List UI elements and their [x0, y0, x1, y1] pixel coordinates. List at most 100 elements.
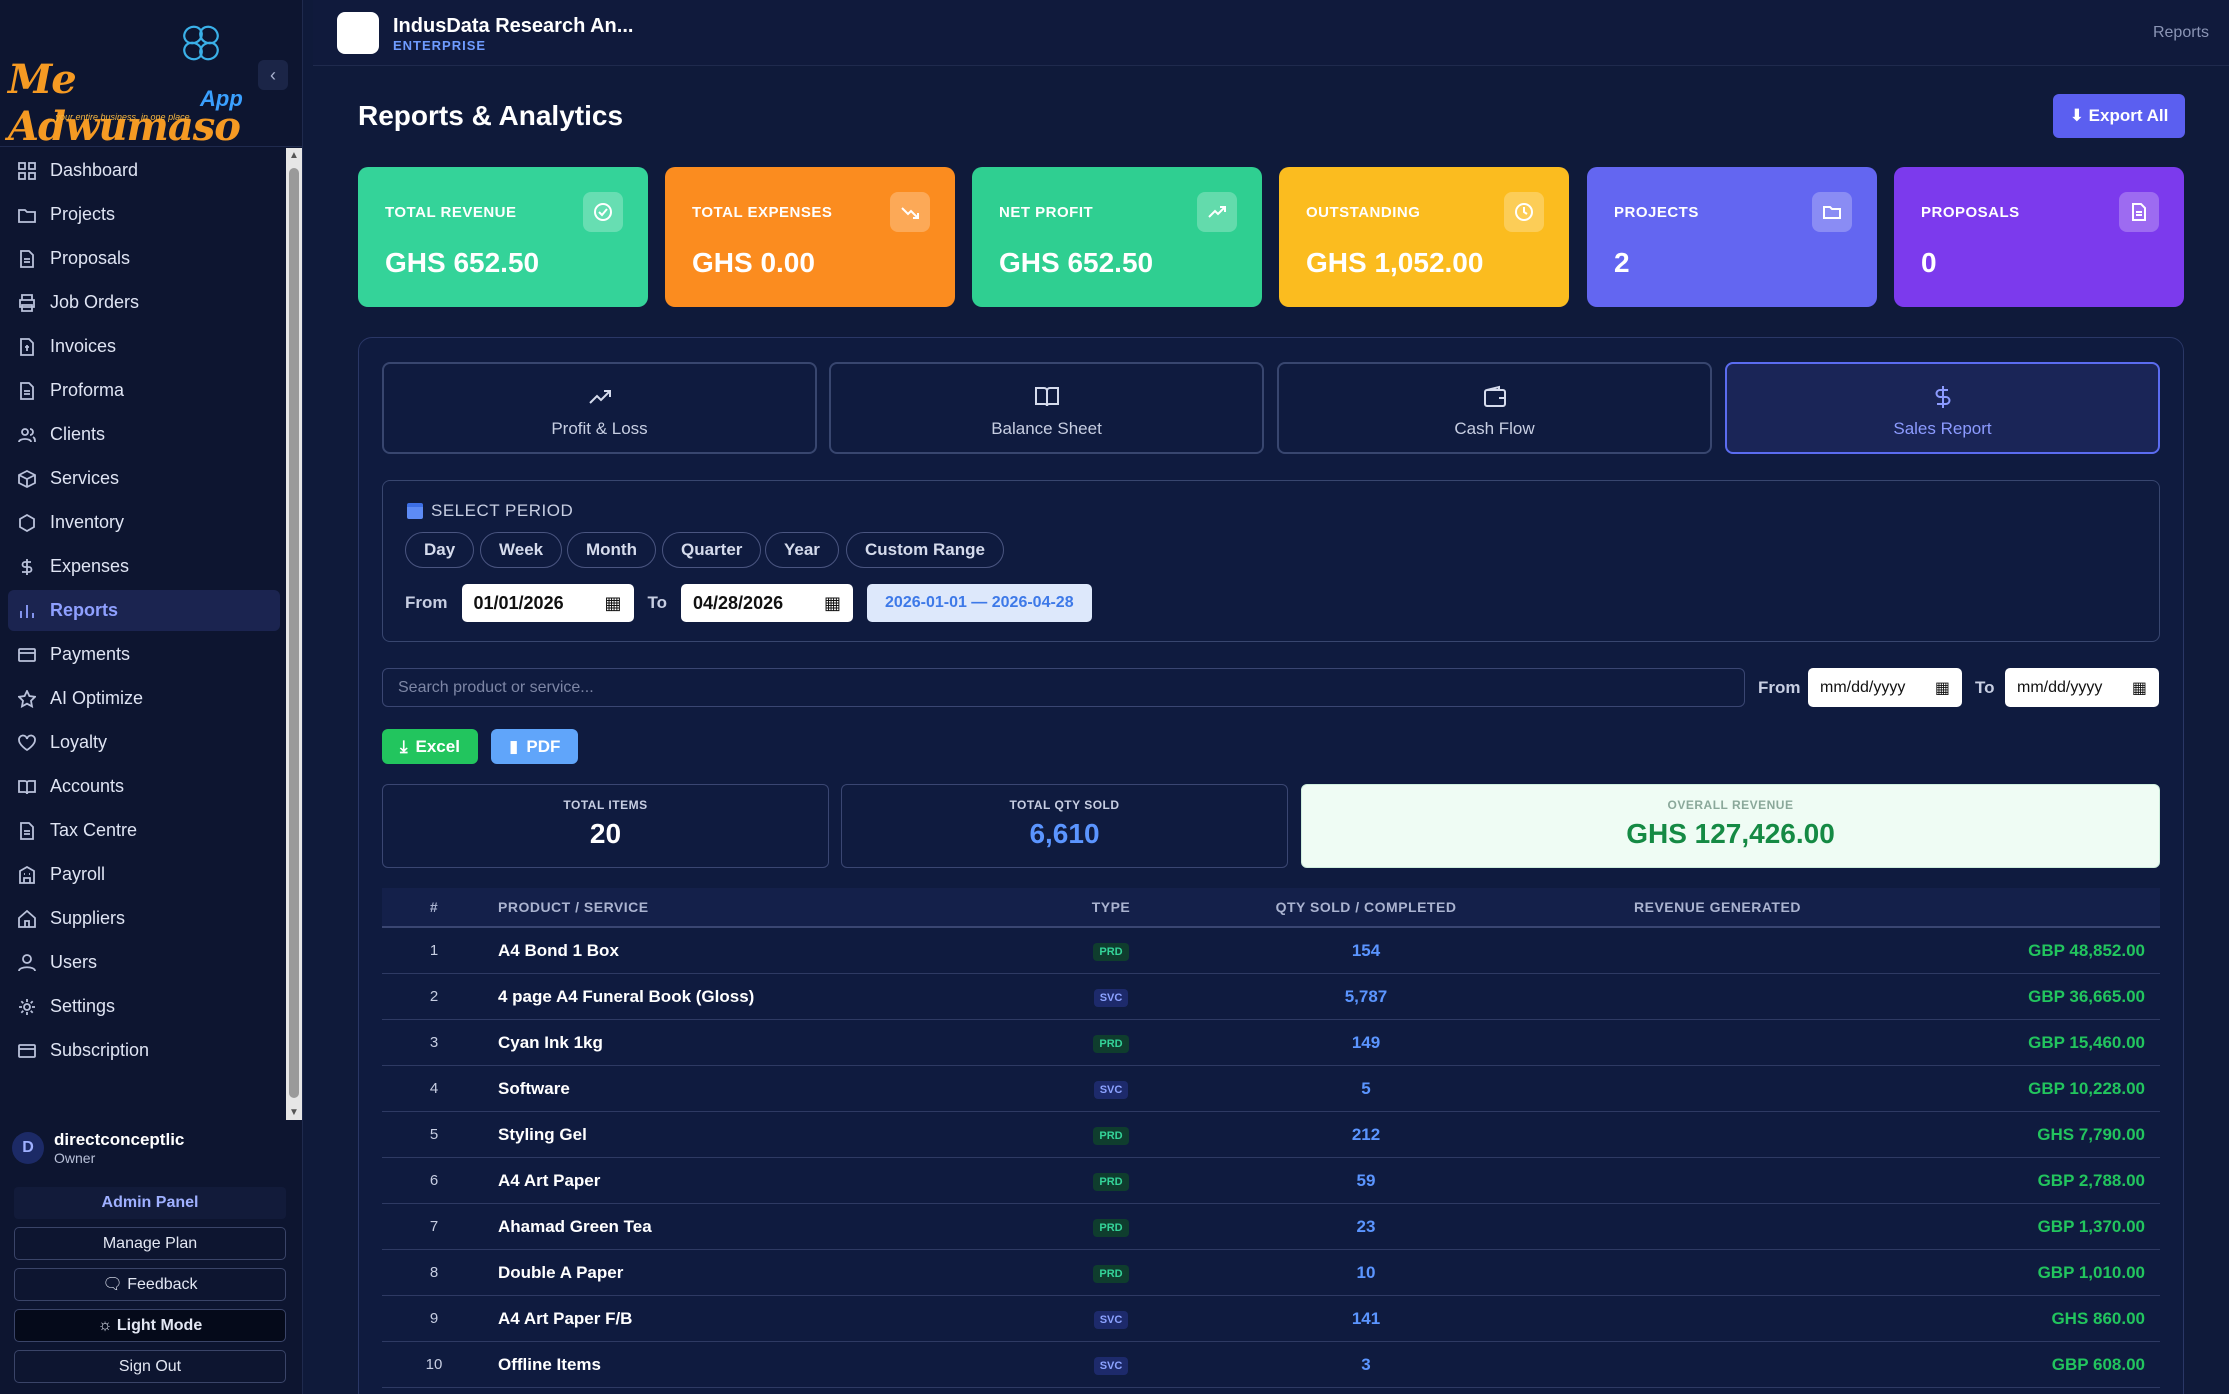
- table-row[interactable]: 4 Software SVC 5 GBP 10,228.00: [382, 1066, 2160, 1112]
- table-row[interactable]: 9 A4 Art Paper F/B SVC 141 GHS 860.00: [382, 1296, 2160, 1342]
- org-name[interactable]: IndusData Research An...: [393, 15, 633, 38]
- row-type: PRD: [1056, 940, 1166, 961]
- scrollbar-thumb[interactable]: [289, 168, 299, 1098]
- sidebar-scrollbar[interactable]: ▲ ▼: [286, 148, 302, 1120]
- date-placeholder: mm/dd/yyyy: [2017, 678, 2103, 696]
- calendar-icon[interactable]: ▦: [1935, 678, 1950, 698]
- filter-from-label: From: [1758, 678, 1801, 697]
- row-revenue: GBP 48,852.00: [2028, 940, 2145, 960]
- light-mode-toggle[interactable]: ☼ Light Mode: [14, 1309, 286, 1342]
- calendar-icon[interactable]: ▦: [604, 593, 621, 614]
- stat-card-total-expenses: TOTAL EXPENSES GHS 0.00: [665, 167, 955, 307]
- period-to-date[interactable]: 04/28/2026 ▦: [681, 584, 854, 622]
- sidebar-item-proposals[interactable]: Proposals: [8, 238, 280, 279]
- sidebar-item-invoices[interactable]: Invoices: [8, 326, 280, 367]
- sidebar-item-clients[interactable]: Clients: [8, 414, 280, 455]
- summary-label: TOTAL QTY SOLD: [1009, 798, 1120, 812]
- table-row[interactable]: 8 Double A Paper PRD 10 GBP 1,010.00: [382, 1250, 2160, 1296]
- feedback-button[interactable]: 🗨 Feedback: [14, 1268, 286, 1301]
- sidebar-item-inventory[interactable]: Inventory: [8, 502, 280, 543]
- scroll-down-icon[interactable]: ▼: [289, 1107, 299, 1118]
- sign-out-button[interactable]: Sign Out: [14, 1350, 286, 1383]
- table-row[interactable]: 10 Offline Items SVC 3 GBP 608.00: [382, 1342, 2160, 1388]
- export-excel-button[interactable]: ⤓ Excel: [382, 729, 478, 764]
- tab-profit-loss[interactable]: Profit & Loss: [382, 362, 817, 454]
- calendar-icon[interactable]: ▦: [2132, 678, 2147, 698]
- date-placeholder: mm/dd/yyyy: [1820, 678, 1906, 696]
- user-profile[interactable]: D directconceptlic Owner: [12, 1130, 184, 1166]
- admin-panel-link[interactable]: Admin Panel: [14, 1187, 286, 1219]
- period-chip-custom-range[interactable]: Custom Range: [846, 532, 1004, 568]
- sidebar-item-payments[interactable]: Payments: [8, 634, 280, 675]
- top-bar: IndusData Research An... ENTERPRISE Repo…: [313, 0, 2229, 66]
- sidebar-item-tax-centre[interactable]: Tax Centre: [8, 810, 280, 851]
- tab-cash-flow[interactable]: Cash Flow: [1277, 362, 1712, 454]
- row-qty: 212: [1351, 1124, 1381, 1144]
- sidebar-item-job-orders[interactable]: Job Orders: [8, 282, 280, 323]
- sidebar-item-payroll[interactable]: Payroll: [8, 854, 280, 895]
- sidebar-item-loyalty[interactable]: Loyalty: [8, 722, 280, 763]
- manage-plan-button[interactable]: Manage Plan: [14, 1227, 286, 1260]
- period-chip-quarter[interactable]: Quarter: [662, 532, 762, 568]
- sidebar-item-reports[interactable]: Reports: [8, 590, 280, 631]
- light-mode-label: Light Mode: [116, 1317, 203, 1334]
- filter-to-label: To: [1975, 678, 1995, 697]
- tab-balance-sheet[interactable]: Balance Sheet: [829, 362, 1264, 454]
- export-all-button[interactable]: ⬇ Export All: [2053, 94, 2185, 138]
- to-label: To: [647, 593, 668, 612]
- gear-icon: [19, 998, 35, 1015]
- row-qty: 5,787: [1344, 986, 1388, 1006]
- export-pdf-button[interactable]: ▮ PDF: [491, 729, 579, 764]
- row-product-name: Ahamad Green Tea: [498, 1216, 652, 1236]
- col-header-product[interactable]: PRODUCT / SERVICE: [486, 899, 1056, 915]
- brand-logo[interactable]: Me Adwumaso App ...your entire business,…: [0, 0, 302, 150]
- scroll-up-icon[interactable]: ▲: [289, 150, 299, 161]
- collapse-sidebar-button[interactable]: ‹: [258, 60, 288, 90]
- sidebar-item-ai-optimize[interactable]: AI Optimize: [8, 678, 280, 719]
- row-product-name: Double A Paper: [498, 1262, 624, 1282]
- sidebar-item-subscription[interactable]: Subscription: [8, 1030, 280, 1071]
- product-search-input[interactable]: Search product or service...: [382, 668, 1745, 707]
- table-header: # PRODUCT / SERVICE TYPE QTY SOLD / COMP…: [382, 888, 2160, 928]
- table-row[interactable]: 5 Styling Gel PRD 212 GHS 7,790.00: [382, 1112, 2160, 1158]
- type-badge: PRD: [1093, 1219, 1129, 1237]
- sidebar-item-services[interactable]: Services: [8, 458, 280, 499]
- period-chip-month[interactable]: Month: [567, 532, 656, 568]
- summary-value: 6,610: [1029, 818, 1100, 849]
- stat-card-net-profit: NET PROFIT GHS 652.50: [972, 167, 1262, 307]
- period-from-date[interactable]: 01/01/2026 ▦: [461, 584, 634, 622]
- period-title: SELECT PERIOD: [407, 501, 573, 521]
- period-chip-week[interactable]: Week: [480, 532, 563, 568]
- period-chip-year[interactable]: Year: [765, 532, 839, 568]
- sidebar-item-expenses[interactable]: Expenses: [8, 546, 280, 587]
- col-header-revenue[interactable]: REVENUE GENERATED: [1566, 899, 2160, 915]
- table-row[interactable]: 2 4 page A4 Funeral Book (Gloss) SVC 5,787 G…: [382, 974, 2160, 1020]
- tab-label: Cash Flow: [1454, 419, 1535, 438]
- sidebar-item-users[interactable]: Users: [8, 942, 280, 983]
- sidebar-item-settings[interactable]: Settings: [8, 986, 280, 1027]
- calendar-icon[interactable]: ▦: [824, 593, 841, 614]
- row-number: 9: [429, 1310, 439, 1327]
- stat-label: TOTAL EXPENSES: [692, 204, 833, 221]
- table-row[interactable]: 6 A4 Art Paper PRD 59 GBP 2,788.00: [382, 1158, 2160, 1204]
- filter-from-date[interactable]: mm/dd/yyyy ▦: [1808, 668, 1962, 707]
- row-qty: 141: [1351, 1308, 1381, 1328]
- period-chip-day[interactable]: Day: [405, 532, 475, 568]
- logo-tagline: ...your entire business, in one place: [48, 112, 190, 122]
- sidebar-item-accounts[interactable]: Accounts: [8, 766, 280, 807]
- col-header-qty[interactable]: QTY SOLD / COMPLETED: [1166, 899, 1566, 915]
- sidebar-item-suppliers[interactable]: Suppliers: [8, 898, 280, 939]
- sidebar-item-projects[interactable]: Projects: [8, 194, 280, 235]
- col-header-type[interactable]: TYPE: [1056, 899, 1166, 915]
- user-icon: [18, 953, 36, 971]
- dollar-icon: [21, 558, 33, 575]
- tab-sales-report[interactable]: Sales Report: [1725, 362, 2160, 454]
- calendar-icon: [407, 503, 423, 519]
- row-product-name: A4 Art Paper: [498, 1170, 601, 1190]
- filter-to-date[interactable]: mm/dd/yyyy ▦: [2005, 668, 2159, 707]
- table-row[interactable]: 1 A4 Bond 1 Box PRD 154 GBP 48,852.00: [382, 928, 2160, 974]
- sidebar-item-proforma[interactable]: Proforma: [8, 370, 280, 411]
- table-row[interactable]: 7 Ahamad Green Tea PRD 23 GBP 1,370.00: [382, 1204, 2160, 1250]
- table-row[interactable]: 3 Cyan Ink 1kg PRD 149 GBP 15,460.00: [382, 1020, 2160, 1066]
- sidebar-item-dashboard[interactable]: Dashboard: [8, 150, 280, 191]
